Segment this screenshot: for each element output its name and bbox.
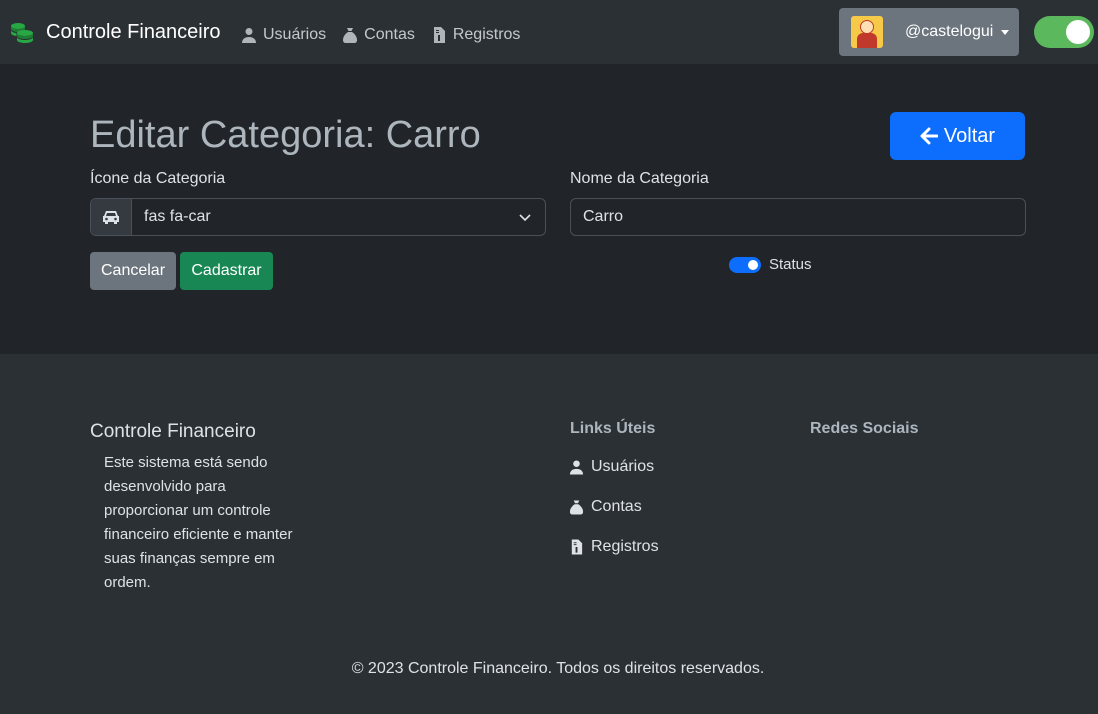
username-label: @castelogui: [905, 23, 994, 40]
avatar: [851, 16, 883, 48]
status-label: Status: [769, 256, 812, 273]
nav-item-registros[interactable]: Registros: [431, 26, 521, 44]
nav-item-contas[interactable]: Contas: [342, 26, 415, 44]
footer-link-label: Usuários: [591, 458, 655, 475]
links-heading: Links Úteis: [570, 420, 656, 437]
icon-field-label: Ícone da Categoria: [90, 170, 226, 187]
cancel-button[interactable]: Cancelar: [90, 252, 176, 290]
brand-label: Controle Financeiro: [46, 20, 221, 43]
user-dropdown-button[interactable]: @castelogui: [839, 8, 1019, 56]
toggle-knob: [1066, 20, 1090, 44]
user-icon: [569, 460, 584, 475]
icon-select-group: fas fa-car: [90, 198, 546, 236]
brand-link[interactable]: Controle Financeiro: [10, 20, 221, 44]
footer-link-usuarios[interactable]: Usuários: [569, 458, 654, 476]
icon-select-value: fas fa-car: [144, 208, 211, 225]
money-bag-icon: [569, 500, 584, 515]
footer-description: Este sistema está sendo desenvolvido par…: [104, 454, 293, 591]
status-switch[interactable]: [729, 257, 761, 273]
coins-icon: [11, 23, 33, 43]
nav-item-label: Registros: [452, 26, 521, 43]
social-heading: Redes Sociais: [810, 420, 919, 437]
car-icon: [103, 211, 119, 224]
copyright: © 2023 Controle Financeiro. Todos os dir…: [351, 660, 765, 677]
nav-item-label: Contas: [364, 26, 415, 43]
footer-link-contas[interactable]: Contas: [569, 498, 642, 516]
submit-button[interactable]: Cadastrar: [180, 252, 273, 290]
arrow-left-icon: [920, 127, 938, 145]
invoice-icon: [571, 539, 583, 555]
chevron-down-icon: [519, 214, 531, 222]
user-icon: [242, 28, 256, 43]
icon-preview: [91, 199, 132, 235]
icon-select[interactable]: fas fa-car: [132, 199, 545, 235]
page-title: Editar Categoria: Carro: [90, 114, 481, 156]
chevron-down-icon: [1001, 29, 1010, 35]
footer-title: Controle Financeiro: [90, 421, 256, 442]
invoice-icon: [433, 27, 445, 43]
navbar: Controle Financeiro Usuários Contas Regi…: [0, 0, 1098, 64]
category-name-input[interactable]: [570, 198, 1026, 236]
switch-knob: [748, 260, 758, 270]
theme-toggle[interactable]: [1034, 16, 1094, 48]
back-button[interactable]: Voltar: [890, 112, 1025, 160]
nav-links: Usuários Contas Registros: [241, 26, 520, 44]
nav-item-usuarios[interactable]: Usuários: [241, 26, 326, 44]
footer: Controle Financeiro Este sistema está se…: [0, 354, 1098, 714]
footer-link-label: Registros: [591, 538, 659, 555]
footer-link-registros[interactable]: Registros: [569, 538, 659, 556]
name-field-label: Nome da Categoria: [570, 170, 709, 187]
footer-link-label: Contas: [591, 498, 642, 515]
back-button-label: Voltar: [943, 124, 996, 147]
money-bag-icon: [343, 28, 358, 43]
nav-item-label: Usuários: [263, 26, 327, 43]
